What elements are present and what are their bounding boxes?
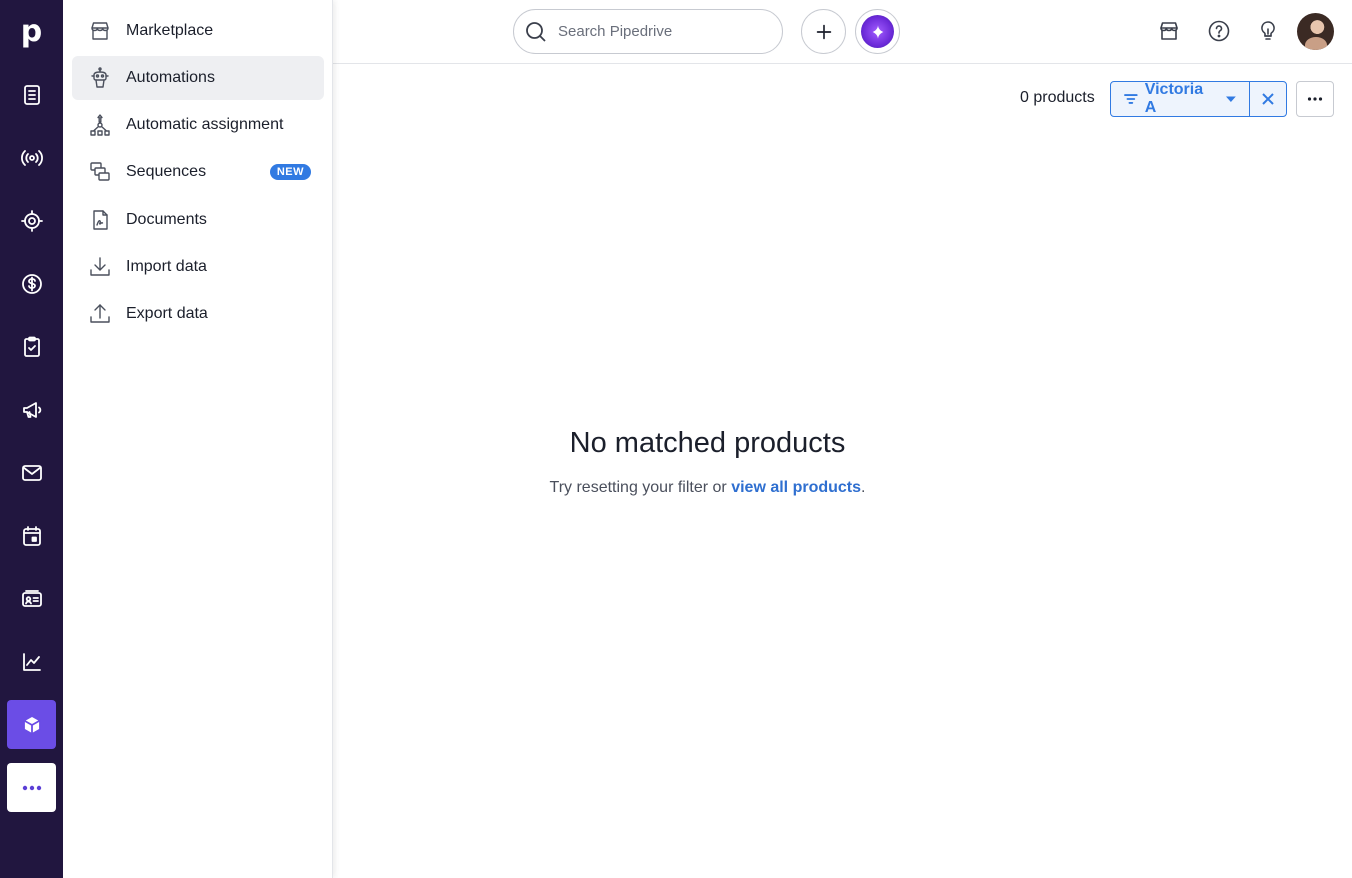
- empty-state-text: Try resetting your filter or view all pr…: [333, 479, 1082, 497]
- product-count: 0 products: [1020, 89, 1095, 106]
- nav-campaigns[interactable]: [7, 133, 56, 182]
- sequences-icon: [86, 158, 114, 186]
- menu-item-export-data[interactable]: Export data: [72, 292, 324, 336]
- search-icon: [526, 21, 546, 42]
- chart-icon: [22, 652, 41, 671]
- import-icon: [86, 253, 114, 281]
- nav-mail[interactable]: [7, 448, 56, 497]
- store-icon: [1160, 22, 1178, 40]
- menu-item-label: Automations: [126, 69, 215, 86]
- export-icon: [86, 300, 114, 328]
- main-nav-rail: p: [0, 0, 63, 878]
- nav-deals-focus[interactable]: [7, 196, 56, 245]
- filter-name: Victoria A: [1144, 81, 1204, 116]
- empty-state-title: No matched products: [569, 427, 846, 459]
- more-options-button[interactable]: [1296, 81, 1334, 117]
- nav-campaigns-marketing[interactable]: [7, 385, 56, 434]
- nav-deals[interactable]: [7, 259, 56, 308]
- nav-contacts[interactable]: [7, 574, 56, 623]
- search-input[interactable]: [558, 23, 758, 40]
- logo-letter: p: [20, 14, 43, 49]
- nav-more[interactable]: [7, 763, 56, 812]
- clear-filter-button[interactable]: [1250, 82, 1286, 116]
- menu-item-marketplace[interactable]: Marketplace: [72, 9, 324, 53]
- lightbulb-icon: [1261, 21, 1275, 40]
- filter-dropdown-button[interactable]: Victoria A: [1111, 81, 1250, 116]
- new-badge: NEW: [269, 164, 311, 180]
- broadcast-icon: [20, 149, 43, 166]
- ai-sparkle-icon: [861, 15, 894, 48]
- menu-item-automatic-assignment[interactable]: Automatic assignment: [72, 103, 324, 147]
- contact-card-icon: [21, 589, 42, 607]
- quick-add-button[interactable]: [801, 9, 846, 54]
- menu-item-sequences[interactable]: Sequences NEW: [72, 150, 324, 194]
- menu-item-label: Marketplace: [126, 22, 214, 39]
- assignment-icon: [86, 111, 114, 139]
- menu-item-label: Import data: [126, 258, 207, 275]
- leads-icon: [23, 84, 40, 105]
- filter-control: Victoria A: [1110, 81, 1287, 117]
- top-bar: [333, 0, 1352, 64]
- close-icon: [1262, 93, 1274, 105]
- calendar-icon: [22, 525, 41, 546]
- nav-activities[interactable]: [7, 322, 56, 371]
- ai-assistant-button[interactable]: [855, 9, 900, 54]
- help-button[interactable]: [1204, 16, 1234, 46]
- menu-item-import-data[interactable]: Import data: [72, 245, 324, 289]
- store-icon: [86, 17, 114, 45]
- more-flyout-menu: Marketplace Automations Automatic assign…: [63, 0, 333, 878]
- menu-item-label: Sequences: [126, 163, 207, 180]
- more-icon: [22, 785, 41, 790]
- marketplace-button[interactable]: [1154, 16, 1184, 46]
- nav-calendar[interactable]: [7, 511, 56, 560]
- mail-icon: [21, 464, 42, 481]
- pipedrive-logo[interactable]: p: [0, 8, 63, 55]
- view-all-products-link[interactable]: view all products: [731, 479, 861, 496]
- menu-item-documents[interactable]: Documents: [72, 198, 324, 242]
- clipboard-check-icon: [23, 336, 40, 357]
- megaphone-icon: [22, 401, 41, 418]
- filter-icon: [1124, 94, 1138, 104]
- menu-item-automations[interactable]: Automations: [72, 56, 324, 100]
- user-avatar[interactable]: [1297, 13, 1334, 50]
- global-search[interactable]: [513, 9, 783, 54]
- chevron-down-icon: [1226, 96, 1237, 102]
- nav-products[interactable]: [7, 700, 56, 749]
- menu-item-label: Export data: [126, 305, 208, 322]
- box-icon: [22, 714, 41, 735]
- robot-icon: [86, 64, 114, 92]
- menu-item-label: Documents: [126, 211, 207, 228]
- nav-insights[interactable]: [7, 637, 56, 686]
- plus-icon: [816, 24, 831, 39]
- target-icon: [20, 209, 43, 232]
- dollar-icon: [21, 273, 42, 294]
- document-icon: [86, 206, 114, 234]
- menu-item-label: Automatic assignment: [126, 116, 284, 133]
- help-icon: [1208, 20, 1230, 42]
- empty-state-prefix: Try resetting your filter or: [549, 479, 732, 496]
- empty-state-suffix: .: [861, 479, 866, 496]
- ellipsis-icon: [1307, 97, 1323, 101]
- nav-leads[interactable]: [7, 70, 56, 119]
- tips-button[interactable]: [1253, 16, 1283, 46]
